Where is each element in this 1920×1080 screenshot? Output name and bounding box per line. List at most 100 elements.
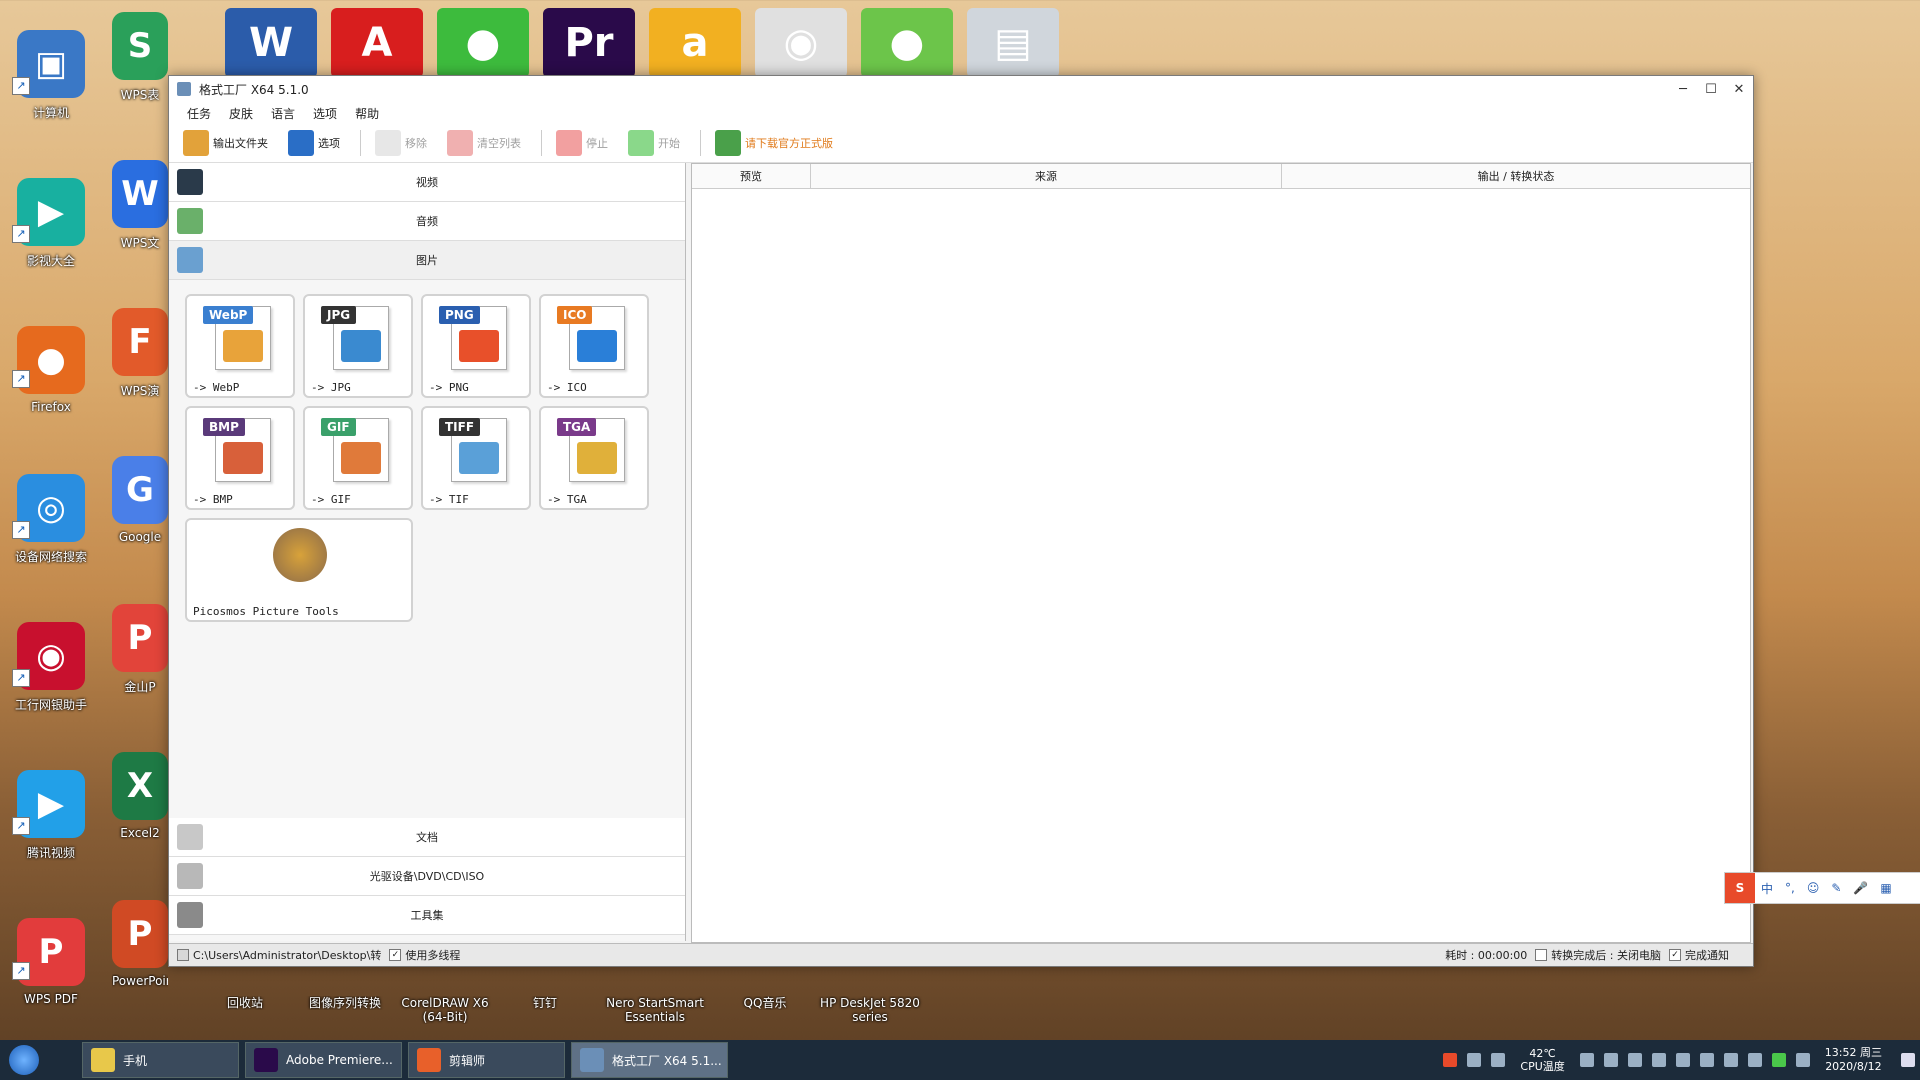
format-tile[interactable]: BMP -> BMP [185,406,295,510]
start-button[interactable] [0,1040,48,1080]
desktop-icon[interactable]: ◎ 设备网络搜索 ↗ [6,474,96,565]
toolbar-button[interactable]: 清空列表 [447,130,521,156]
desktop-icon[interactable]: 钉钉 [490,990,600,1010]
shortcut-arrow-icon: ↗ [12,77,30,95]
desktop-icon[interactable]: ▶ 腾讯视频 ↗ [6,770,96,861]
desktop-icon[interactable]: W WPS文 [112,160,168,251]
desktop-icon-top[interactable]: Pr [543,8,635,78]
picture-tools-tile[interactable]: Picosmos Picture Tools [185,518,413,622]
multithread-checkbox[interactable]: ✓ [389,949,402,961]
menu-item[interactable]: 选项 [313,105,337,122]
toolbar-button[interactable]: 输出文件夹 [183,130,268,156]
format-tile[interactable]: WebP -> WebP [185,294,295,398]
category-item[interactable]: 工具集 [169,896,685,935]
wechat-tray-icon[interactable] [1771,1053,1786,1067]
col-source[interactable]: 来源 [811,164,1282,188]
app-icon: P [112,604,168,672]
category-item[interactable]: 文档 [169,818,685,857]
taskbar-button[interactable]: 格式工厂 X64 5.1... [571,1042,728,1078]
toolbar-button[interactable]: 选项 [288,130,340,156]
format-tile[interactable]: JPG -> JPG [303,294,413,398]
desktop-icon-label: 设备网络搜索 [14,550,87,564]
desktop-icon[interactable]: P PowerPoint [112,900,168,988]
menu-item[interactable]: 语言 [271,105,295,122]
taskbar-button[interactable]: 剪辑师 [408,1042,565,1078]
desktop-icon[interactable]: G Google [112,456,168,544]
format-tile[interactable]: PNG -> PNG [421,294,531,398]
ime-button[interactable]: 🎤 [1853,881,1868,895]
toolbar-label: 请下载官方正式版 [745,137,833,150]
desktop-icon[interactable]: ● Firefox ↗ [6,326,96,414]
volume-icon[interactable] [1795,1053,1810,1067]
desktop-icon[interactable]: S WPS表 [112,12,168,103]
tray-icon-7[interactable] [1723,1053,1738,1067]
notification-icon[interactable] [1901,1053,1915,1067]
toolbar-button[interactable]: 停止 [556,130,608,156]
tray-icon-3[interactable] [1627,1053,1642,1067]
network-tray-icon[interactable] [1491,1053,1506,1067]
desktop-icon[interactable]: HP DeskJet 5820 series [815,990,925,1024]
desktop-icon[interactable]: F WPS演 [112,308,168,399]
ime-button[interactable]: °, [1785,881,1795,895]
desktop-icon-top[interactable]: W [225,8,317,78]
toolbar-label: 选项 [318,137,340,150]
sogou-tray-icon[interactable] [1443,1053,1458,1067]
format-tile[interactable]: TIFF -> TIF [421,406,531,510]
toolbar-button[interactable]: 开始 [628,130,680,156]
desktop-icon[interactable]: CorelDRAW X6 (64-Bit) [390,990,500,1024]
toolbar-button[interactable]: 请下载官方正式版 [715,130,833,156]
desktop-icon[interactable]: 图像序列转换 [290,990,400,1010]
desktop-icon[interactable]: P 金山P [112,604,168,695]
clock[interactable]: 13:52 周三 2020/8/12 [1825,1046,1882,1074]
desktop-icon[interactable]: 回收站 [190,990,300,1010]
tray-icon-8[interactable] [1747,1053,1762,1067]
tray-icon-5[interactable] [1675,1053,1690,1067]
desktop-icon-top[interactable]: ● [437,8,529,78]
desktop-icon-top[interactable]: A [331,8,423,78]
desktop-icon[interactable]: ▶ 影视大全 ↗ [6,178,96,269]
ime-button[interactable]: ☺ [1807,881,1820,895]
desktop-icon-top[interactable]: ▤ [967,8,1059,78]
format-tile[interactable]: ICO -> ICO [539,294,649,398]
minimize-button[interactable]: ─ [1669,76,1697,102]
category-item[interactable]: 视频 [169,163,685,202]
category-item[interactable]: 光驱设备\DVD\CD\ISO [169,857,685,896]
col-preview[interactable]: 预览 [692,164,811,188]
folder-icon[interactable] [177,949,189,961]
toolbar-button[interactable]: 移除 [375,130,427,156]
format-badge: PNG [439,306,480,324]
ime-button[interactable]: 中 [1761,880,1773,897]
category-item[interactable]: 图片 [169,241,685,280]
desktop-icon-top[interactable]: ● [861,8,953,78]
taskbar-button[interactable]: 手机 [82,1042,239,1078]
format-tile[interactable]: TGA -> TGA [539,406,649,510]
desktop-icon[interactable]: ▣ 计算机 ↗ [6,30,96,121]
ime-button[interactable]: ▦ [1880,881,1891,895]
desktop-icon[interactable]: ◉ 工行网银助手 ↗ [6,622,96,713]
tray-icon-6[interactable] [1699,1053,1714,1067]
menu-item[interactable]: 帮助 [355,105,379,122]
menu-item[interactable]: 皮肤 [229,105,253,122]
ime-button[interactable]: ✎ [1831,881,1841,895]
after-convert-checkbox[interactable] [1535,949,1548,961]
menu-item[interactable]: 任务 [187,105,211,122]
maximize-button[interactable]: ☐ [1697,76,1725,102]
desktop-icon-top[interactable]: a [649,8,741,78]
category-item[interactable]: 音频 [169,202,685,241]
sogou-icon[interactable]: S [1725,873,1755,903]
desktop-icon[interactable]: X Excel2 [112,752,168,840]
help-tray-icon[interactable] [1467,1053,1482,1067]
tray-icon-4[interactable] [1651,1053,1666,1067]
desktop-icon[interactable]: QQ音乐 [710,990,820,1010]
col-output-status[interactable]: 输出 / 转换状态 [1282,164,1750,188]
notify-checkbox[interactable]: ✓ [1669,949,1681,961]
tray-icon-2[interactable] [1603,1053,1618,1067]
taskbar-button[interactable]: Adobe Premiere... [245,1042,402,1078]
desktop-icon[interactable]: Nero StartSmart Essentials [600,990,710,1024]
desktop-icon-top[interactable]: ◉ [755,8,847,78]
format-label: -> JPG [311,381,351,394]
close-button[interactable]: ✕ [1725,76,1753,102]
tray-icon-1[interactable] [1579,1053,1594,1067]
format-tile[interactable]: GIF -> GIF [303,406,413,510]
desktop-icon[interactable]: P WPS PDF ↗ [6,918,96,1006]
